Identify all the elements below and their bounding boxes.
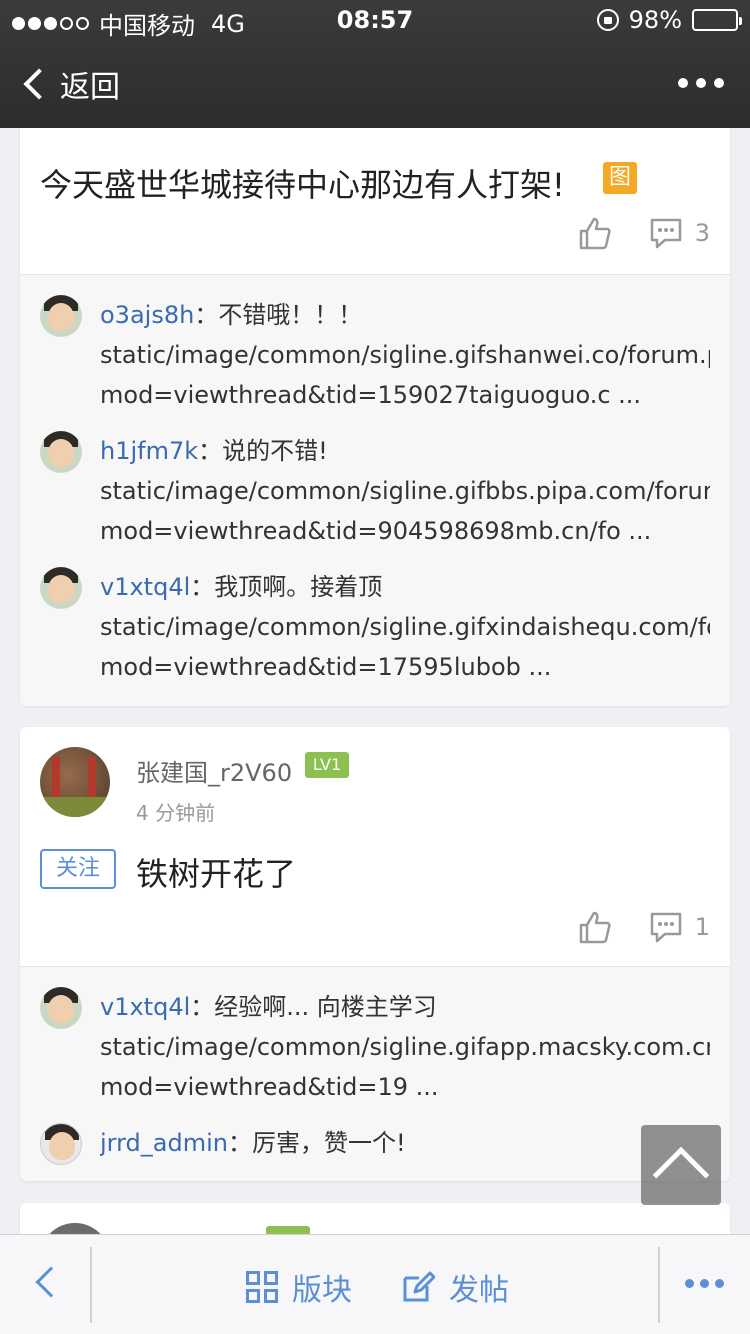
- reply-signature: mod=viewthread&tid=904598698mb.cn/fo ...: [100, 517, 652, 545]
- more-options-button[interactable]: [678, 78, 724, 88]
- chevron-left-icon: [35, 1266, 67, 1298]
- comment-count: 1: [694, 913, 710, 941]
- avatar[interactable]: [40, 987, 82, 1029]
- reply-username[interactable]: v1xtq4l: [100, 573, 190, 601]
- thumbs-up-icon: [579, 911, 611, 944]
- reply-colon: ：: [190, 573, 215, 601]
- reply-colon: ：: [194, 301, 219, 329]
- reply-signature: mod=viewthread&tid=17595lubob ...: [100, 653, 552, 681]
- post-time: 4 分钟前: [136, 801, 216, 825]
- post-text[interactable]: 今天盛世华城接待中心那边有人打架!: [40, 160, 565, 206]
- reply-content: 不错哦！！！: [218, 301, 363, 329]
- reply-list: v1xtq4l：经验啊... 向楼主学习 static/image/common…: [20, 966, 730, 1181]
- sections-button[interactable]: 版块: [246, 1265, 352, 1309]
- status-right: 98%: [596, 6, 742, 34]
- chevron-left-icon: [23, 68, 55, 100]
- reply-item[interactable]: v1xtq4l：经验啊... 向楼主学习 static/image/common…: [40, 987, 710, 1107]
- compose-icon: [403, 1271, 435, 1302]
- reply-item[interactable]: v1xtq4l：我顶啊。接着顶 static/image/common/sigl…: [40, 567, 710, 687]
- reply-content: 经验啊... 向楼主学习: [214, 993, 437, 1021]
- toolbar-more-button[interactable]: [685, 1279, 724, 1288]
- chevron-up-icon: [652, 1146, 710, 1204]
- reply-item[interactable]: o3ajs8h：不错哦！！！ static/image/common/sigli…: [40, 295, 710, 415]
- more-dot: [685, 1279, 694, 1288]
- top-bar: 中国移动 4G 08:57 98% 返回: [0, 0, 750, 128]
- reply-username[interactable]: v1xtq4l: [100, 993, 190, 1021]
- reply-text: h1jfm7k：说的不错! static/image/common/siglin…: [100, 431, 710, 551]
- divider: [90, 1247, 92, 1323]
- reply-colon: ：: [228, 1129, 252, 1157]
- more-dot: [714, 78, 724, 88]
- comment-icon: [650, 218, 681, 249]
- more-dot: [700, 1279, 709, 1288]
- back-label: 返回: [60, 70, 120, 105]
- sections-label: 版块: [292, 1273, 352, 1308]
- comment-icon: [650, 912, 681, 943]
- new-post-button[interactable]: 发帖: [401, 1265, 509, 1309]
- user-avatar[interactable]: [40, 747, 110, 817]
- toolbar-back-button[interactable]: [24, 1235, 90, 1334]
- battery-icon: [692, 9, 742, 31]
- reply-item[interactable]: h1jfm7k：说的不错! static/image/common/siglin…: [40, 431, 710, 551]
- navigation-bar: 返回: [0, 44, 750, 128]
- post-actions: 3: [577, 215, 710, 251]
- back-button[interactable]: 返回: [18, 62, 120, 106]
- more-dot: [715, 1279, 724, 1288]
- more-dot: [678, 78, 688, 88]
- post-card: 今天盛世华城接待中心那边有人打架! 图 3 o3ajs8h：不错哦！！！ sta…: [20, 100, 730, 706]
- reply-username[interactable]: jrrd_admin: [100, 1129, 228, 1157]
- reply-username[interactable]: h1jfm7k: [100, 437, 198, 465]
- rotation-lock-icon: [596, 9, 619, 31]
- post-text[interactable]: 铁树开花了: [136, 849, 296, 895]
- bottom-toolbar: 版块 发帖: [0, 1234, 750, 1334]
- reply-signature: static/image/common/sigline.gifxindaishe…: [100, 613, 710, 641]
- avatar[interactable]: [40, 295, 82, 337]
- comment-count: 3: [694, 219, 710, 247]
- divider: [658, 1247, 660, 1323]
- more-dot: [696, 78, 706, 88]
- reply-signature: static/image/common/sigline.gifapp.macsk…: [100, 1033, 710, 1061]
- battery-percent: 98%: [628, 6, 682, 34]
- scroll-to-top-button[interactable]: [641, 1125, 721, 1205]
- reply-text: v1xtq4l：我顶啊。接着顶 static/image/common/sigl…: [100, 567, 710, 687]
- reply-username[interactable]: o3ajs8h: [100, 301, 194, 329]
- like-button[interactable]: [577, 215, 613, 251]
- reply-list: o3ajs8h：不错哦！！！ static/image/common/sigli…: [20, 274, 730, 706]
- thumbs-up-icon: [579, 217, 611, 250]
- reply-signature: static/image/common/sigline.gifshanwei.c…: [100, 341, 710, 369]
- author-name[interactable]: 张建国_r2V60: [136, 753, 292, 788]
- avatar[interactable]: [40, 431, 82, 473]
- post-card: 张建国_r2V60 LV1 4 分钟前 关注 铁树开花了 1 v1xtq4l：经…: [20, 727, 730, 1181]
- status-bar: 中国移动 4G 08:57 98%: [0, 0, 750, 40]
- reply-text: o3ajs8h：不错哦！！！ static/image/common/sigli…: [100, 295, 710, 415]
- image-badge: 图: [603, 162, 637, 194]
- reply-content: 厉害，赞一个!: [252, 1129, 406, 1157]
- reply-text: jrrd_admin：厉害，赞一个!: [100, 1123, 710, 1163]
- new-post-label: 发帖: [449, 1273, 509, 1308]
- comment-button[interactable]: 1: [649, 911, 710, 943]
- reply-colon: ：: [190, 993, 215, 1021]
- level-badge: LV1: [305, 752, 349, 778]
- reply-colon: ：: [198, 437, 223, 465]
- grid-icon: [246, 1271, 278, 1303]
- reply-item[interactable]: jrrd_admin：厉害，赞一个!: [40, 1123, 710, 1168]
- avatar[interactable]: [40, 1123, 82, 1165]
- reply-signature: mod=viewthread&tid=159027taiguoguo.c ...: [100, 381, 642, 409]
- follow-button[interactable]: 关注: [40, 849, 116, 889]
- reply-signature: mod=viewthread&tid=19 ...: [100, 1073, 439, 1101]
- post-actions: 1: [577, 909, 710, 945]
- reply-content: 我顶啊。接着顶: [214, 573, 383, 601]
- reply-signature: static/image/common/sigline.gifbbs.pipa.…: [100, 477, 710, 505]
- reply-text: v1xtq4l：经验啊... 向楼主学习 static/image/common…: [100, 987, 710, 1107]
- avatar[interactable]: [40, 567, 82, 609]
- reply-content: 说的不错!: [222, 437, 328, 465]
- comment-button[interactable]: 3: [649, 217, 710, 249]
- like-button[interactable]: [577, 909, 613, 945]
